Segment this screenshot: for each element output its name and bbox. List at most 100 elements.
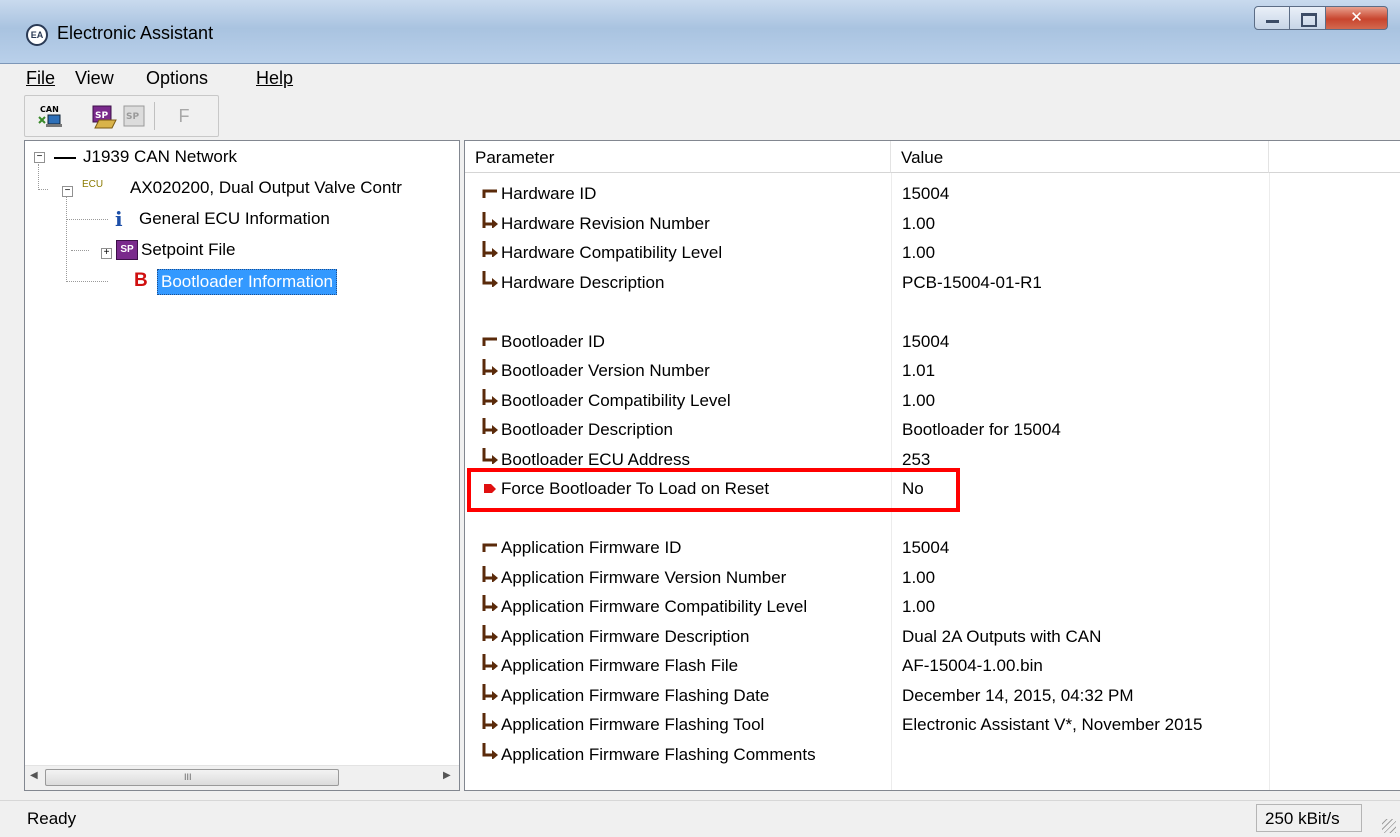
menu-options-label: Options: [146, 68, 209, 88]
flash-button[interactable]: F: [171, 103, 197, 129]
menu-options[interactable]: Options: [146, 68, 208, 89]
tree-horizontal-scrollbar[interactable]: ◀ III ▶: [25, 765, 459, 790]
tree-line: [66, 219, 108, 220]
parameter-row[interactable]: Application Firmware Flashing Date Decemb…: [465, 680, 1400, 711]
parameter-value: Bootloader for 15004: [902, 420, 1061, 439]
expand-icon[interactable]: +: [101, 248, 112, 259]
parameter-value: December 14, 2015, 04:32 PM: [902, 685, 1134, 705]
window-title: Electronic Assistant: [57, 23, 214, 43]
tree-line: [38, 189, 48, 190]
parameter-name: Hardware ID: [501, 184, 597, 203]
parameter-row[interactable]: Application Firmware Description Dual 2A …: [465, 621, 1400, 652]
minimize-button[interactable]: [1254, 6, 1290, 30]
flash-icon: F: [178, 106, 190, 126]
baud-rate-text: 250 kBit/s: [1265, 809, 1340, 828]
open-setpoint-button[interactable]: SP: [91, 103, 117, 129]
setpoint-save-icon: SP: [123, 105, 145, 127]
parameter-value: AF-15004-1.00.bin: [902, 656, 1043, 675]
parameter-name: Bootloader Description: [501, 420, 673, 439]
tree-line: [66, 281, 108, 282]
branch-arrow-icon: [482, 418, 498, 434]
parameter-value: 15004: [902, 184, 950, 203]
branch-end-icon: [482, 270, 498, 287]
menu-file-label: File: [26, 68, 56, 88]
parameter-value: Electronic Assistant V*, November 2015: [902, 715, 1203, 734]
collapse-icon[interactable]: −: [62, 186, 73, 197]
main-window: EA Electronic Assistant ✕ File View Opti…: [0, 0, 1400, 837]
branch-arrow-icon: [482, 565, 498, 582]
close-button[interactable]: ✕: [1326, 6, 1388, 30]
branch-start-icon: [482, 337, 497, 346]
menu-file[interactable]: File: [26, 68, 55, 89]
tree-line: [71, 250, 89, 251]
parameter-row[interactable]: Bootloader Version Number 1.01: [465, 355, 1400, 386]
branch-arrow-icon: [482, 595, 498, 611]
parameter-value: 1.00: [902, 243, 936, 262]
parameter-value: 1.00: [902, 213, 936, 233]
can-network-icon: CAN: [38, 105, 62, 127]
scroll-right-icon[interactable]: ▶: [443, 770, 451, 781]
column-header-value[interactable]: Value: [891, 141, 1269, 173]
parameter-spacer-row: [465, 296, 1400, 327]
tree-item-network-label: J1939 CAN Network: [83, 147, 238, 166]
branch-arrow-icon: [482, 654, 498, 670]
parameter-name: Application Firmware Version Number: [501, 567, 787, 587]
baud-rate-panel: 250 kBit/s: [1256, 804, 1362, 832]
parameter-row[interactable]: Application Firmware Flashing Tool Electr…: [465, 709, 1400, 740]
parameter-row[interactable]: Application Firmware Flash File AF-15004-…: [465, 650, 1400, 681]
parameter-name: Hardware Description: [501, 272, 665, 292]
column-header-empty: [1269, 141, 1400, 173]
maximize-icon: [1301, 13, 1317, 27]
tree-item-general-info-label: General ECU Information: [139, 209, 330, 228]
highlight-box: [467, 468, 960, 512]
can-connect-button[interactable]: CAN: [37, 103, 63, 129]
column-header-parameter[interactable]: Parameter: [465, 141, 891, 173]
scroll-left-icon[interactable]: ◀: [30, 770, 38, 781]
parameter-value: 15004: [902, 331, 950, 351]
menu-view-label: View: [75, 68, 114, 88]
tree-view[interactable]: − J1939 CAN Network − ECU AX020200, Dual…: [24, 140, 460, 791]
parameter-row[interactable]: Application Firmware ID 15004: [465, 532, 1400, 563]
parameter-row[interactable]: Bootloader Description Bootloader for 150…: [465, 414, 1400, 445]
status-text: Ready: [27, 809, 77, 828]
parameter-row[interactable]: Application Firmware Flashing Comments: [465, 739, 1400, 770]
save-setpoint-button[interactable]: SP: [121, 103, 147, 129]
parameter-row[interactable]: Bootloader Compatibility Level 1.00: [465, 385, 1400, 416]
tree-item-setpoint-file-label: Setpoint File: [141, 240, 236, 259]
network-line-icon: [50, 145, 76, 169]
scroll-thumb[interactable]: III: [45, 769, 339, 786]
branch-start-icon: [482, 543, 497, 552]
can-icon-text: CAN: [40, 105, 59, 114]
parameter-value: 1.00: [902, 597, 936, 616]
parameter-value: 1.01: [902, 361, 936, 380]
parameter-name: Application Firmware Description: [501, 626, 750, 646]
menu-help[interactable]: Help: [256, 68, 293, 89]
parameter-value: Dual 2A Outputs with CAN: [902, 626, 1102, 646]
parameter-row[interactable]: Hardware ID 15004: [465, 178, 1400, 209]
parameter-value: 15004: [902, 538, 950, 557]
parameter-row[interactable]: Hardware Revision Number 1.00: [465, 208, 1400, 239]
parameter-name: Application Firmware Compatibility Level: [501, 597, 808, 616]
tree-item-ecu-label: AX020200, Dual Output Valve Contr: [130, 178, 402, 197]
parameter-row[interactable]: Hardware Description PCB-15004-01-R1: [465, 267, 1400, 298]
collapse-icon[interactable]: −: [34, 152, 45, 163]
bootloader-icon: B: [134, 270, 148, 291]
resize-grip-icon[interactable]: [1382, 819, 1396, 833]
parameter-list[interactable]: Parameter Value Hardware ID 15004 Hardware…: [464, 140, 1400, 791]
toolbar: CAN SP SP F: [24, 95, 219, 137]
menu-view[interactable]: View: [75, 68, 114, 89]
parameter-row[interactable]: Hardware Compatibility Level 1.00: [465, 237, 1400, 268]
maximize-button[interactable]: [1290, 6, 1326, 30]
app-icon: EA: [26, 24, 48, 46]
menu-help-label: Help: [256, 68, 294, 88]
branch-arrow-icon: [482, 241, 498, 257]
parameter-value: PCB-15004-01-R1: [902, 272, 1042, 292]
title-bar[interactable]: EA Electronic Assistant ✕: [0, 0, 1400, 64]
branch-arrow-icon: [482, 359, 498, 375]
menu-bar: File View Options Help: [0, 64, 1400, 93]
toolbar-separator: [154, 102, 155, 130]
parameter-row[interactable]: Application Firmware Version Number 1.00: [465, 562, 1400, 593]
branch-arrow-icon: [482, 624, 498, 641]
parameter-row[interactable]: Bootloader ID 15004: [465, 326, 1400, 357]
parameter-row[interactable]: Application Firmware Compatibility Level…: [465, 591, 1400, 622]
